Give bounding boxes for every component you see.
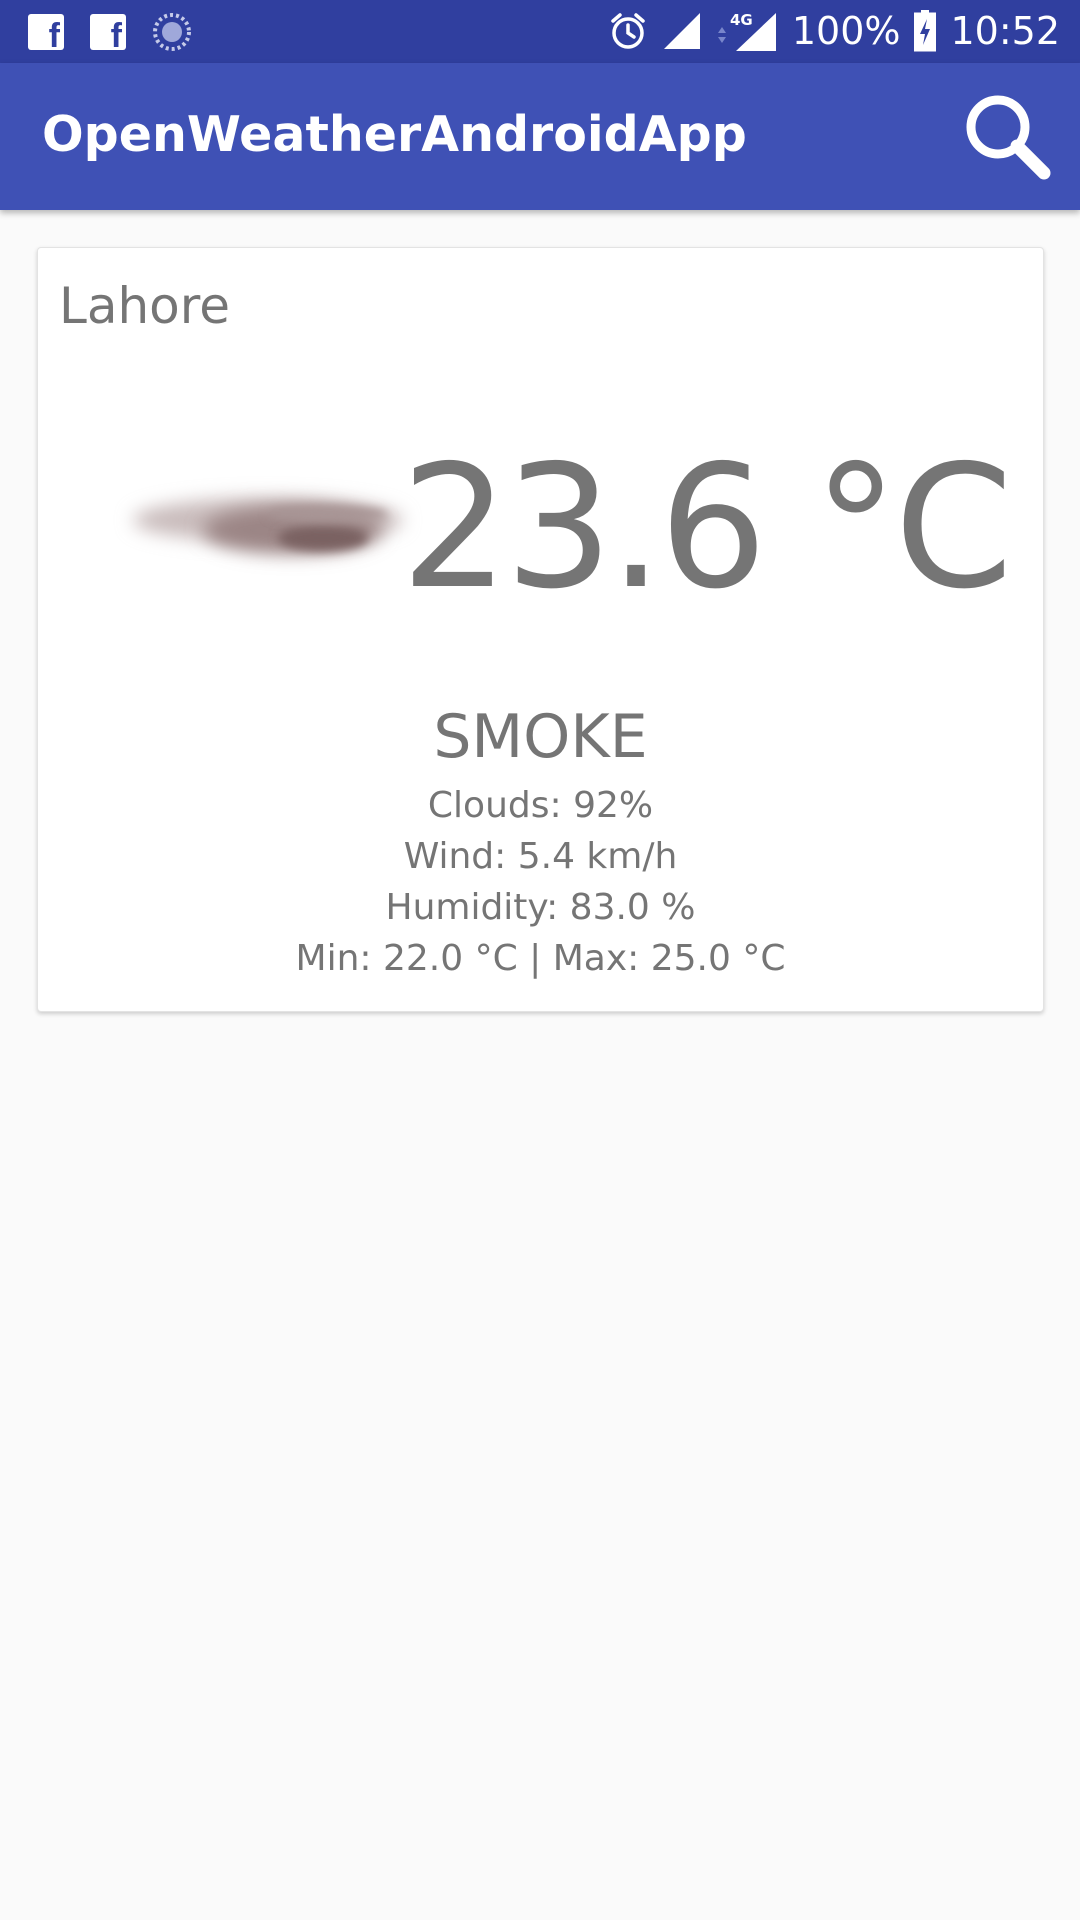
status-bar: f f 4G 100% 10:52: [0, 0, 1080, 63]
alarm-icon: [608, 11, 648, 51]
facebook-icon: f: [28, 14, 64, 50]
signal-icon: [662, 11, 702, 51]
sync-icon: [152, 12, 192, 52]
weather-description: SMOKE: [433, 702, 648, 772]
signal-4g-icon: 4G: [716, 9, 778, 53]
temperature: 23.6 °C: [400, 429, 1013, 627]
app-title: OpenWeatherAndroidApp: [42, 106, 747, 163]
facebook-icon: f: [90, 14, 126, 50]
system-icons: 4G 100% 10:52: [608, 6, 1060, 56]
app-bar: OpenWeatherAndroidApp: [0, 63, 1080, 210]
smoke-icon: [98, 448, 438, 598]
network-type: 4G: [730, 11, 753, 29]
search-icon: [966, 95, 1051, 180]
battery-charging-icon: [914, 10, 937, 52]
min-max-temperature: Min: 22.0 °C | Max: 25.0 °C: [295, 938, 786, 979]
clouds-value: Clouds: 92%: [427, 785, 654, 826]
battery-percent: 100%: [791, 9, 901, 53]
weather-card[interactable]: Lahore 23.6 °C SMOKE Clouds: 92% Wind: 5…: [37, 247, 1044, 1012]
humidity-value: Humidity: 83.0 %: [385, 887, 696, 928]
notification-icons: f f: [28, 12, 192, 52]
city-name: Lahore: [59, 277, 230, 335]
search-button[interactable]: [962, 91, 1052, 181]
wind-value: Wind: 5.4 km/h: [403, 836, 678, 877]
clock: 10:52: [950, 9, 1060, 53]
